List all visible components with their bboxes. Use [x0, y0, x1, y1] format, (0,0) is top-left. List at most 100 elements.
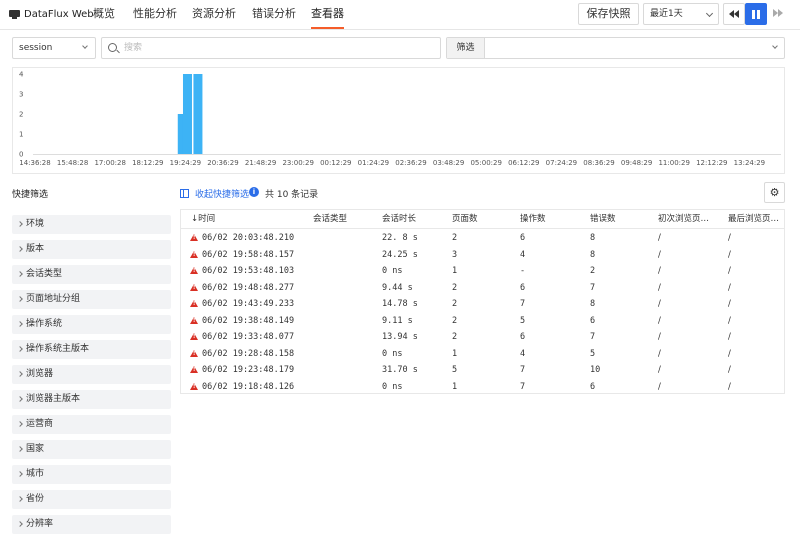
table-cell: 6 — [590, 381, 596, 392]
quick-filter-item[interactable]: 分辨率 — [12, 515, 171, 534]
table-row[interactable]: 06/02 19:48:48.277 9.44 s 2 6 7 / / — [181, 280, 784, 296]
nav-tab-performance[interactable]: 性能分析 — [133, 0, 177, 30]
table-cell: 06/02 19:43:49.233 — [202, 299, 295, 309]
search-box[interactable] — [101, 37, 441, 59]
column-header[interactable]: 错误数 — [590, 210, 616, 228]
table-cell: 4 — [520, 348, 526, 359]
app-brand[interactable]: DataFlux Web — [9, 0, 94, 28]
time-range-select[interactable]: 最近1天 — [643, 3, 719, 25]
y-tick-label: 3 — [19, 91, 23, 99]
quick-filter-item[interactable]: 操作系统主版本 — [12, 340, 171, 359]
column-header[interactable]: ↓时间 — [191, 210, 215, 228]
quick-filter-item[interactable]: 页面地址分组 — [12, 290, 171, 309]
table-cell: / — [728, 266, 731, 276]
table-row[interactable]: 06/02 19:58:48.157 24.25 s 3 4 8 / / — [181, 247, 784, 263]
chevron-right-icon — [17, 321, 23, 327]
nav-tab-errors[interactable]: 错误分析 — [252, 0, 296, 30]
collapse-label: 收起快捷筛选 — [195, 190, 250, 200]
table-row[interactable]: 06/02 19:43:49.233 14.78 s 2 7 8 / / — [181, 296, 784, 312]
table-cell: / — [658, 332, 661, 342]
search-input[interactable] — [124, 41, 424, 55]
table-cell: 0 ns — [382, 266, 403, 276]
table-cell: 7 — [590, 332, 596, 342]
table-cell: 0 ns — [382, 348, 403, 359]
time-range-value: 最近1天 — [650, 9, 683, 19]
chevron-down-icon — [772, 43, 778, 49]
table-cell: 1 — [452, 348, 458, 359]
sessions-table: ↓时间 会话类型 会话时长 页面数 操作数 错误数 初次浏览页… 最后浏览页… 06/02 20… — [180, 209, 785, 394]
quick-filter-item[interactable]: 运营商 — [12, 415, 171, 434]
x-tick-label: 08:36:29 — [583, 159, 614, 167]
table-cell: / — [728, 332, 731, 342]
quick-filter-item[interactable]: 浏览器主版本 — [12, 390, 171, 409]
quick-filter-item[interactable]: 操作系统 — [12, 315, 171, 334]
table-cell: 5 — [452, 365, 458, 375]
gear-icon[interactable]: ⚙ — [764, 182, 785, 203]
chevron-right-icon — [17, 271, 23, 277]
quick-filter-label: 版本 — [26, 244, 45, 254]
x-tick-label: 07:24:29 — [546, 159, 577, 167]
collapse-quick-filter-button[interactable]: 收起快捷筛选 — [180, 187, 249, 200]
forward-button[interactable] — [767, 3, 789, 25]
table-row[interactable]: 06/02 19:23:48.179 31.70 s 5 7 10 / / — [181, 362, 784, 378]
quick-filter-item[interactable]: 会话类型 — [12, 265, 171, 284]
nav-tab-overview[interactable]: 概览 — [93, 0, 115, 30]
table-row[interactable]: 06/02 19:28:48.158 0 ns 1 4 5 / / — [181, 346, 784, 362]
table-cell: 22. 8 s — [382, 233, 418, 243]
table-cell: 0 ns — [382, 381, 403, 392]
warning-icon — [190, 283, 198, 291]
collapse-icon — [180, 189, 189, 198]
table-row[interactable]: 06/02 19:53:48.103 0 ns 1 - 2 / / — [181, 263, 784, 279]
y-tick-label: 0 — [19, 151, 23, 159]
source-select[interactable]: session — [12, 37, 96, 59]
nav-tab-resources[interactable]: 资源分析 — [192, 0, 236, 30]
quick-filter-title: 快捷筛选 — [12, 190, 49, 200]
table-cell: 2 — [452, 332, 458, 342]
column-header[interactable]: 会话类型 — [313, 210, 347, 228]
quick-filter-item[interactable]: 浏览器 — [12, 365, 171, 384]
table-cell: 9.44 s — [382, 282, 413, 293]
record-count: 共 10 条记录 — [265, 190, 319, 200]
quick-filter-item[interactable]: 环境 — [12, 215, 171, 234]
quick-filter-item[interactable]: 版本 — [12, 240, 171, 259]
save-snapshot-button[interactable]: 保存快照 — [578, 3, 639, 25]
column-header[interactable]: 会话时长 — [382, 210, 416, 228]
quick-filter-item[interactable]: 城市 — [12, 465, 171, 484]
table-row[interactable]: 06/02 20:03:48.210 22. 8 s 2 6 8 / / — [181, 230, 784, 246]
table-row[interactable]: 06/02 19:38:48.149 9.11 s 2 5 6 / / — [181, 313, 784, 329]
table-cell: / — [658, 266, 661, 276]
table-row[interactable]: 06/02 19:33:48.077 13.94 s 2 6 7 / / — [181, 329, 784, 345]
column-header[interactable]: 初次浏览页… — [658, 210, 709, 228]
x-tick-label: 02:36:29 — [395, 159, 426, 167]
filter-box[interactable]: 筛选 — [446, 37, 785, 59]
table-cell: 06/02 19:48:48.277 — [202, 282, 295, 293]
table-cell: 06/02 19:28:48.158 — [202, 348, 295, 359]
chevron-right-icon — [17, 521, 23, 527]
pause-button[interactable] — [745, 3, 767, 25]
column-header[interactable]: 最后浏览页… — [728, 210, 779, 228]
x-tick-label: 14:36:28 — [19, 159, 50, 167]
rewind-button[interactable] — [723, 3, 745, 25]
source-value: session — [19, 43, 53, 53]
quick-filter-label: 操作系统 — [26, 319, 63, 329]
table-row[interactable]: 06/02 19:18:48.126 0 ns 1 7 6 / / — [181, 379, 784, 395]
table-cell: 7 — [520, 381, 526, 392]
histogram-bar[interactable] — [182, 74, 192, 154]
histogram-chart: 0 1 2 3 4 14:36:28 15:48:28 17:00:28 18:12:29 19:… — [12, 67, 785, 174]
quick-filter-item[interactable]: 国家 — [12, 440, 171, 459]
table-cell: 1 — [452, 381, 458, 392]
info-icon[interactable]: i — [249, 187, 259, 197]
table-cell: 2 — [452, 282, 458, 293]
histogram-bar[interactable] — [193, 74, 203, 154]
quick-filter-label: 城市 — [26, 469, 45, 479]
table-cell: 8 — [590, 299, 596, 309]
table-cell: 6 — [590, 315, 596, 326]
column-header[interactable]: 页面数 — [452, 210, 478, 228]
column-header[interactable]: 操作数 — [520, 210, 546, 228]
table-cell: / — [728, 365, 731, 375]
table-cell: 1 — [452, 266, 458, 276]
histogram-svg: 0 1 2 3 4 14:36:28 15:48:28 17:00:28 18:12:29 19:… — [19, 71, 781, 167]
table-cell: / — [658, 233, 661, 243]
nav-tab-viewer[interactable]: 查看器 — [311, 0, 344, 30]
quick-filter-item[interactable]: 省份 — [12, 490, 171, 509]
